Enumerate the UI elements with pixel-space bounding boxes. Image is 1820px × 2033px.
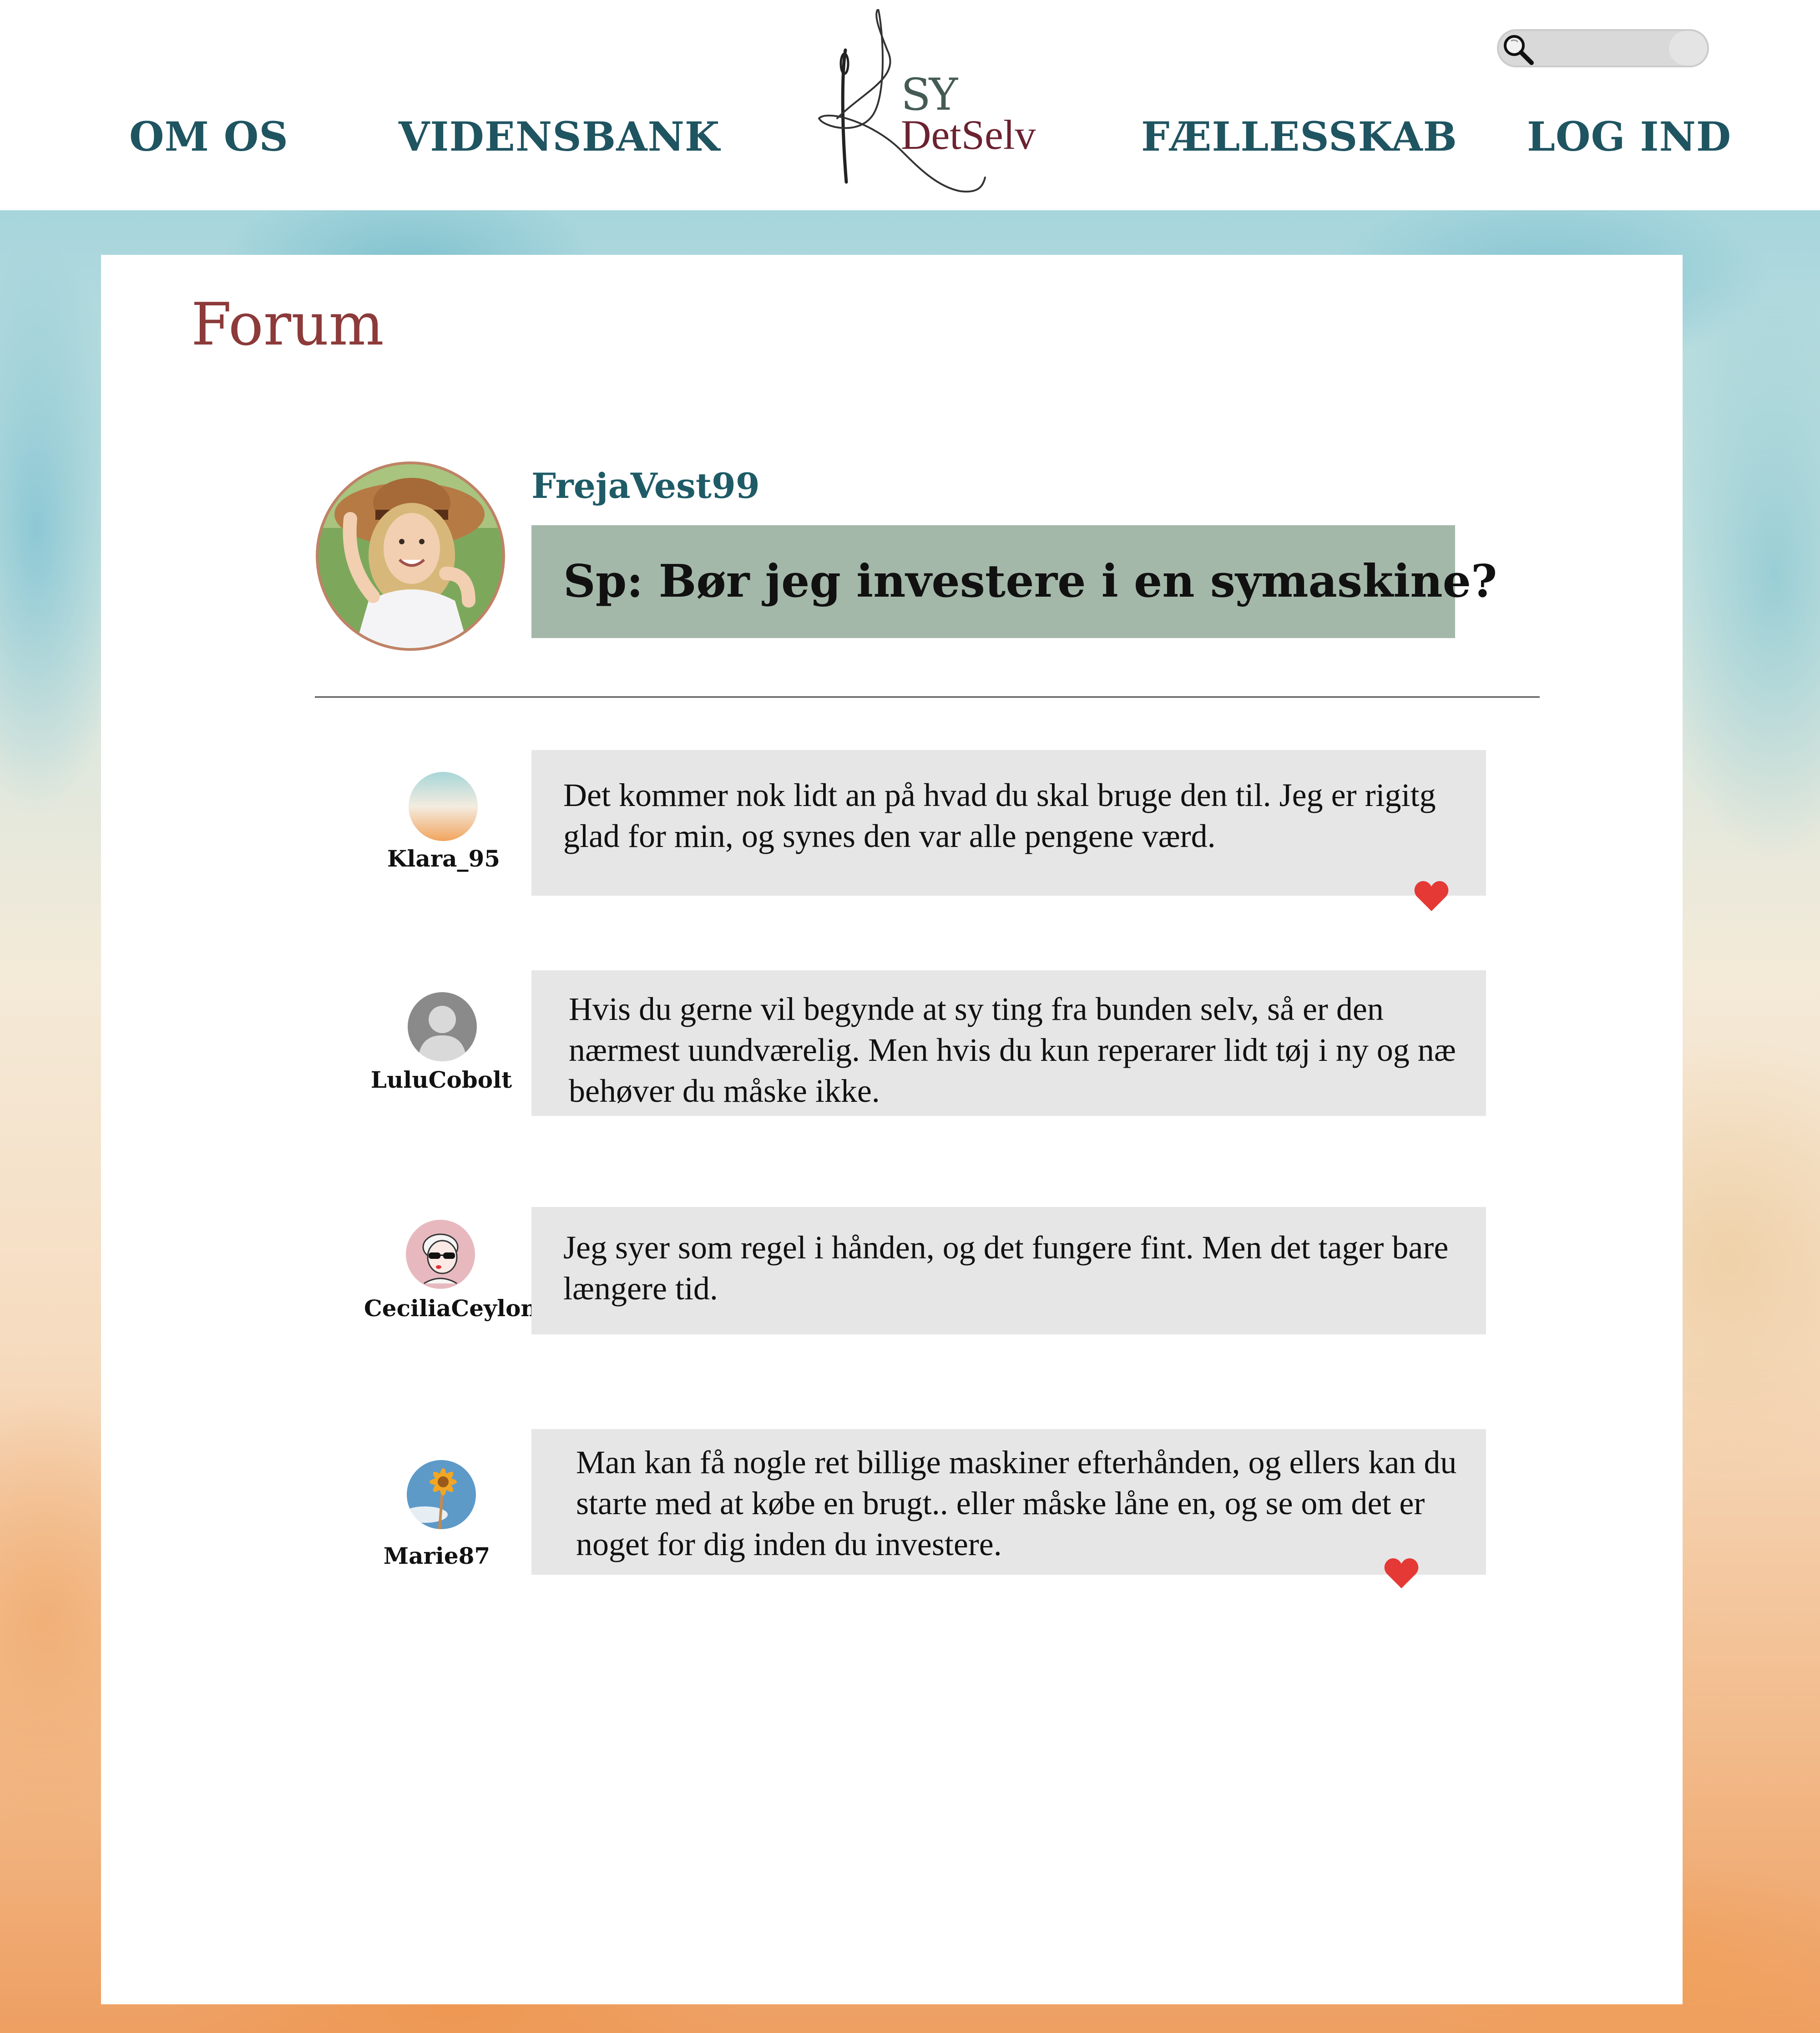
reply-username[interactable]: Marie87 <box>369 1545 505 1567</box>
avatar[interactable] <box>408 992 477 1061</box>
question-username[interactable]: FrejaVest99 <box>531 469 760 503</box>
question-text: Sp: Bør jeg investere i en symaskine? <box>563 555 1497 608</box>
reply-box: Det kommer nok lidt an på hvad du skal b… <box>531 750 1486 896</box>
avatar[interactable] <box>316 461 505 651</box>
reply-box: Jeg syer som regel i hånden, og det fung… <box>531 1207 1486 1334</box>
nav-vidensbank[interactable]: VIDENSBANK <box>399 105 720 168</box>
site-logo[interactable]: SY DetSelv <box>810 9 1046 200</box>
search-knob <box>1669 31 1707 66</box>
reply-text: Jeg syer som regel i hånden, og det fung… <box>563 1229 1449 1307</box>
reply-username[interactable]: CeciliaCeylon <box>364 1297 537 1320</box>
logo-detselv-text: DetSelv <box>901 112 1036 158</box>
reply-box: Hvis du gerne vil begynde at sy ting fra… <box>531 970 1486 1116</box>
nav-om-os[interactable]: OM OS <box>129 105 288 168</box>
reply-username[interactable]: LuluCobolt <box>369 1069 514 1091</box>
search-bar[interactable] <box>1497 29 1709 67</box>
reply-text: Hvis du gerne vil begynde at sy ting fra… <box>569 991 1456 1109</box>
logo-sy-text: SY <box>901 69 958 120</box>
reply-text: Det kommer nok lidt an på hvad du skal b… <box>563 777 1436 854</box>
user-photo-icon <box>318 464 502 648</box>
avatar[interactable] <box>409 772 478 841</box>
page-title: Forum <box>191 291 384 359</box>
nav-faellesskab[interactable]: FÆLLESSKAB <box>1141 105 1457 168</box>
search-input[interactable] <box>1539 35 1663 63</box>
avatar[interactable] <box>406 1220 475 1289</box>
reply-box: Man kan få nogle ret billige maskiner ef… <box>531 1429 1486 1575</box>
heart-icon[interactable] <box>1414 880 1449 912</box>
default-user-icon <box>408 992 477 1061</box>
search-icon[interactable] <box>1499 30 1537 68</box>
site-header: OM OS VIDENSBANK SY DetSelv FÆLLESSKAB L… <box>0 0 1820 210</box>
divider <box>315 696 1540 698</box>
question-box[interactable]: Sp: Bør jeg investere i en symaskine? <box>531 525 1497 638</box>
watercolor-avatar-icon <box>409 772 478 841</box>
nav-log-ind[interactable]: LOG IND <box>1527 105 1731 168</box>
sunflower-photo-icon <box>407 1460 476 1529</box>
reply-text: Man kan få nogle ret billige maskiner ef… <box>576 1444 1457 1562</box>
reply-username[interactable]: Klara_95 <box>373 847 514 870</box>
heart-icon[interactable] <box>1384 1557 1419 1589</box>
avatar[interactable] <box>407 1460 476 1529</box>
illustrated-avatar-icon <box>406 1220 475 1289</box>
